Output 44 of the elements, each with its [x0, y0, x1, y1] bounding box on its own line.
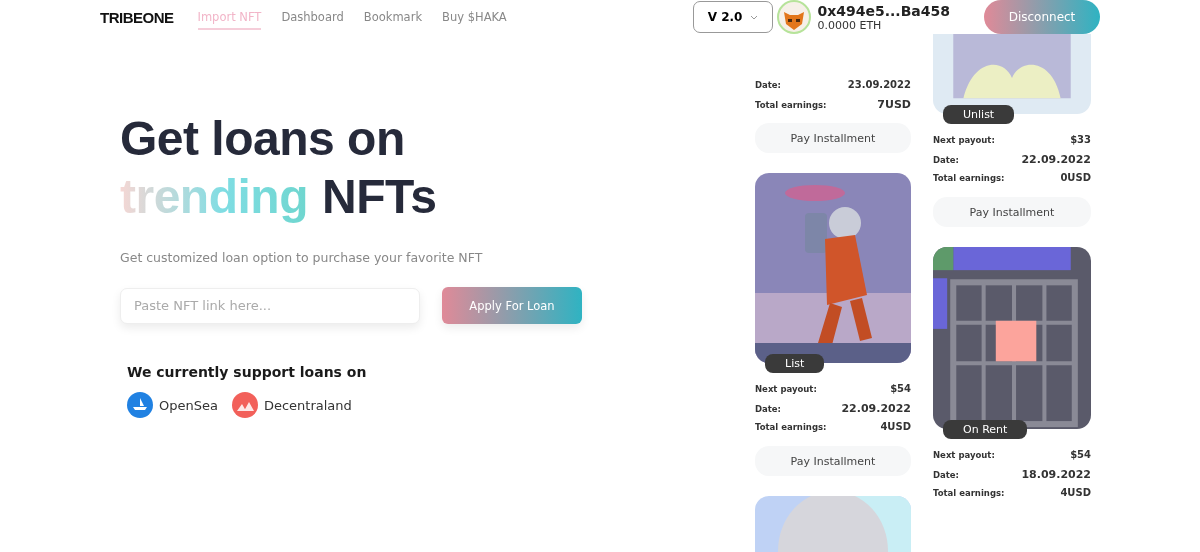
field-label: Total earnings: [755, 100, 827, 110]
field-value: 7USD [877, 98, 911, 111]
chevron-icon [750, 14, 759, 20]
field-label: Total earnings: [933, 488, 1005, 498]
field-label: Date: [933, 155, 960, 165]
logo[interactable]: TRIBEONE [100, 8, 174, 26]
field-label: Next payout: [755, 384, 817, 394]
field-value: 22.09.2022 [841, 402, 911, 415]
wallet-address: 0x494e5...Ba458 [817, 2, 950, 19]
field-value: $33 [1070, 134, 1091, 145]
pay-installment-button[interactable]: Pay Installment [755, 123, 911, 153]
version-dropdown[interactable]: V 2.0 [692, 1, 774, 33]
pay-installment-button[interactable]: Pay Installment [933, 197, 1091, 227]
field-value: 4USD [880, 421, 911, 432]
field-value: $54 [1070, 449, 1091, 460]
subtitle: Get customized loan option to purchase your favorite NFT [120, 250, 484, 265]
field-label: Total earnings: [933, 173, 1005, 183]
support-title: We currently support loans on [127, 364, 368, 380]
headline: Get loans on [120, 111, 406, 167]
nav-link[interactable]: Buy $HAKA [442, 10, 507, 30]
field-value: 4USD [1060, 487, 1091, 498]
wallet-balance: 0.0000 ETH [817, 18, 883, 32]
field-label: Next payout: [933, 135, 995, 145]
nav-link[interactable]: Bookmark [363, 10, 423, 30]
fox-avatar-icon [777, 0, 812, 34]
field-value: 23.09.2022 [847, 79, 911, 90]
status-button[interactable]: Unlist [943, 105, 1015, 124]
nft-link-field[interactable]: Paste NFT link here... [120, 287, 420, 324]
platform-name: Decentraland [263, 397, 352, 413]
headline: NFTs [322, 169, 437, 225]
field-label: Total earnings: [755, 422, 827, 432]
field-label: Date: [933, 470, 960, 480]
status-button[interactable]: List [765, 354, 825, 373]
field-value: 18.09.2022 [1021, 468, 1091, 481]
platform-name: OpenSea [159, 397, 218, 413]
field-value: $54 [890, 383, 911, 394]
field-value: 22.09.2022 [1021, 153, 1091, 166]
field-label: Next payout: [933, 450, 995, 460]
field-label: Date: [755, 80, 782, 90]
field-label: Date: [755, 404, 782, 414]
field-value: 0USD [1060, 172, 1091, 183]
status-button[interactable]: On Rent [943, 420, 1028, 439]
nav-link[interactable]: Dashboard [281, 10, 344, 30]
pay-installment-button[interactable]: Pay Installment [755, 446, 911, 476]
